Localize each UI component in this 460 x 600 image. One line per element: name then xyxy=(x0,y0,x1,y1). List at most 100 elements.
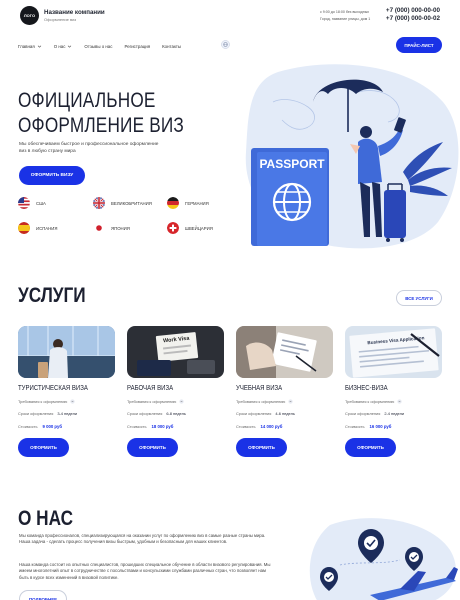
country-item-uk[interactable]: ВЕЛИКОБРИТАНИЯ xyxy=(93,197,152,209)
term-row: Сроки оформления 2-4 недели xyxy=(345,411,404,416)
hero-title-line-2: ОФОРМЛЕНИЕ ВИЗ xyxy=(18,114,184,137)
price-row: Стоимость 16 000 руб xyxy=(345,424,391,429)
nav-home-label: Главная xyxy=(18,43,35,49)
country-item-germany[interactable]: ГЕРМАНИЯ xyxy=(167,197,209,209)
passport-text: PASSPORT xyxy=(259,157,325,171)
chevron-down-icon xyxy=(68,45,72,48)
nav-registration-label: Регистрация xyxy=(124,43,151,49)
card-title: УЧЕБНАЯ ВИЗА xyxy=(236,385,283,392)
info-icon xyxy=(288,399,294,404)
apply-button[interactable]: ОФОРМИТЬ xyxy=(345,438,396,457)
nav-item-registration[interactable]: Регистрация xyxy=(124,42,150,50)
nav-item-home[interactable]: Главная xyxy=(18,42,42,50)
card-title: БИЗНЕС-ВИЗА xyxy=(345,385,388,392)
germany-flag-icon xyxy=(167,197,179,209)
term-row: Сроки оформления 3-4 недели xyxy=(18,411,77,416)
all-services-button[interactable]: ВСЕ УСЛУГИ xyxy=(396,290,442,306)
apply-button[interactable]: ОФОРМИТЬ xyxy=(236,438,287,457)
requirements-row[interactable]: Требования к оформлению xyxy=(236,399,294,404)
country-name: ШВЕЙЦАРИЯ xyxy=(185,225,213,231)
card-title: ТУРИСТИЧЕСКАЯ ВИЗА xyxy=(18,385,88,392)
term-label: Сроки оформления xyxy=(236,411,272,416)
about-paragraph-1: Мы команда профессионалов, специализирую… xyxy=(19,533,266,545)
spain-flag-icon xyxy=(18,222,30,234)
requirements-label: Требования к оформлению xyxy=(236,399,286,404)
term-value: 6-8 недель xyxy=(166,411,186,416)
passport-illustration: PASSPORT xyxy=(251,148,329,246)
hero-illustration: PASSPORT xyxy=(245,64,459,249)
price-label: Стоимость xyxy=(345,424,365,429)
nav-about-label: О нас xyxy=(53,43,66,49)
logo-text: ЛОГО xyxy=(23,13,36,18)
address: Город, название улицы, дом 1 xyxy=(320,17,371,21)
hero-title-line-1: ОФИЦИАЛЬНОЕ xyxy=(18,89,156,112)
price-value: 18 000 руб xyxy=(151,424,174,429)
uk-flag-icon xyxy=(93,197,105,209)
phone-number-1[interactable]: +7 (000) 000-00-00 xyxy=(386,7,440,14)
requirements-row[interactable]: Требования к оформлению xyxy=(127,399,185,404)
term-value: 2-4 недели xyxy=(384,411,405,416)
service-card-student: УЧЕБНАЯ ВИЗА Требования к оформлению Сро… xyxy=(236,326,333,457)
work-visa-photo[interactable]: Work Visa xyxy=(127,326,224,378)
main-nav: Главная О нас Отзывы о нас Регистрация К… xyxy=(18,42,181,50)
country-name: ЯПОНИЯ xyxy=(111,225,130,231)
term-label: Сроки оформления xyxy=(127,411,163,416)
term-label: Сроки оформления xyxy=(345,411,381,416)
service-card-work: Work Visa РАБОЧАЯ ВИЗА Требования к офор… xyxy=(127,326,224,457)
term-label: Сроки оформления xyxy=(18,411,54,416)
phone-number-2[interactable]: +7 (000) 000-00-02 xyxy=(386,15,440,22)
student-visa-photo[interactable] xyxy=(236,326,333,378)
business-visa-photo[interactable]: Business Visa Application xyxy=(345,326,442,378)
company-name: Название компании xyxy=(44,9,105,16)
price-value: 16 000 руб xyxy=(369,424,392,429)
nav-item-contacts[interactable]: Контакты xyxy=(162,42,181,50)
apply-button[interactable]: ОФОРМИТЬ xyxy=(127,438,178,457)
hero-description: Мы обеспечиваем быстрое и профессиональн… xyxy=(19,142,159,154)
country-name: ГЕРМАНИЯ xyxy=(185,200,209,206)
nav-item-reviews[interactable]: Отзывы о нас xyxy=(84,42,112,50)
requirements-label: Требования к оформлению xyxy=(345,399,395,404)
japan-flag-icon xyxy=(93,222,105,234)
about-paragraph-2: Наша команда состоит из опытных специали… xyxy=(19,562,271,580)
country-item-spain[interactable]: ИСПАНИЯ xyxy=(18,222,57,234)
requirements-label: Требования к оформлению xyxy=(127,399,177,404)
service-card-tourist: ТУРИСТИЧЕСКАЯ ВИЗА Требования к оформлен… xyxy=(18,326,115,457)
country-item-usa[interactable]: США xyxy=(18,197,46,209)
more-button[interactable]: ПОДРОБНЕЕ xyxy=(19,590,67,600)
requirements-label: Требования к оформлению xyxy=(18,399,68,404)
info-icon xyxy=(70,399,76,404)
country-name: ВЕЛИКОБРИТАНИЯ xyxy=(111,200,152,206)
country-name: США xyxy=(36,200,46,206)
language-globe-icon[interactable] xyxy=(221,40,230,49)
services-title: УСЛУГИ xyxy=(18,284,86,307)
price-row: Стоимость 14 000 руб xyxy=(236,424,282,429)
price-value: 14 000 руб xyxy=(260,424,283,429)
apply-visa-button[interactable]: ОФОРМИТЬ ВИЗУ xyxy=(19,166,85,185)
country-item-japan[interactable]: ЯПОНИЯ xyxy=(93,222,130,234)
chevron-down-icon xyxy=(37,45,41,48)
nav-reviews-label: Отзывы о нас xyxy=(84,43,113,49)
term-row: Сроки оформления 4-6 недель xyxy=(236,411,295,416)
working-hours: с 9:00 до 18:00 без выходных xyxy=(320,10,370,14)
country-name: ИСПАНИЯ xyxy=(36,225,58,231)
price-list-button[interactable]: ПРАЙС-ЛИСТ xyxy=(396,37,442,53)
price-label: Стоимость xyxy=(18,424,38,429)
price-row: Стоимость 18 000 руб xyxy=(127,424,173,429)
requirements-row[interactable]: Требования к оформлению xyxy=(18,399,76,404)
nav-contacts-label: Контакты xyxy=(162,43,182,49)
country-item-switzerland[interactable]: ШВЕЙЦАРИЯ xyxy=(167,222,213,234)
company-subtitle: Оформление виз xyxy=(44,17,77,22)
tourist-visa-photo[interactable] xyxy=(18,326,115,378)
nav-item-about[interactable]: О нас xyxy=(54,42,73,50)
apply-button[interactable]: ОФОРМИТЬ xyxy=(18,438,69,457)
card-title: РАБОЧАЯ ВИЗА xyxy=(127,385,174,392)
logo[interactable]: ЛОГО xyxy=(20,6,39,25)
price-row: Стоимость 9 000 руб xyxy=(18,424,62,429)
requirements-row[interactable]: Требования к оформлению xyxy=(345,399,403,404)
usa-flag-icon xyxy=(18,197,30,209)
term-value: 4-6 недель xyxy=(275,411,295,416)
about-illustration xyxy=(309,518,458,600)
term-row: Сроки оформления 6-8 недель xyxy=(127,411,186,416)
info-icon xyxy=(179,399,185,404)
term-value: 3-4 недели xyxy=(57,411,78,416)
